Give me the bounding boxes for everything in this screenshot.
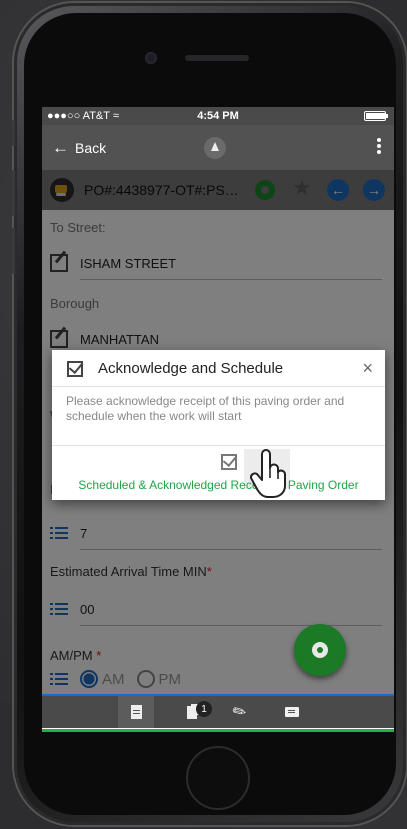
document-icon	[130, 705, 142, 719]
checkbox-icon	[67, 361, 83, 377]
gear-icon	[312, 642, 328, 658]
battery-level	[366, 113, 385, 119]
chat-icon	[285, 707, 299, 717]
tab-document[interactable]	[118, 696, 154, 728]
settings-fab-button[interactable]	[294, 624, 346, 676]
dialog-message: Please acknowledge receipt of this pavin…	[66, 394, 345, 423]
volume-up-button	[12, 170, 15, 216]
traffic-cone-icon[interactable]	[204, 137, 226, 159]
battery-icon	[364, 111, 388, 121]
checkbox-icon	[221, 454, 237, 470]
acknowledge-schedule-button[interactable]: Scheduled & Acknowledged Receipt of Pavi…	[52, 478, 385, 492]
acknowledge-dialog: Acknowledge and Schedule × Please acknow…	[52, 350, 385, 500]
dialog-title: Acknowledge and Schedule	[98, 360, 284, 377]
nav-bar: ← Back	[42, 125, 394, 170]
arrow-left-icon: ←	[52, 137, 69, 157]
earpiece-speaker	[185, 55, 249, 61]
tab-messages[interactable]	[274, 696, 310, 728]
kebab-menu-icon[interactable]	[376, 138, 382, 158]
back-label: Back	[75, 139, 107, 156]
count-badge: 1	[196, 701, 212, 717]
bottom-tab-bar: 1 ✎	[42, 694, 394, 732]
front-camera	[145, 52, 157, 64]
home-button[interactable]	[186, 746, 250, 810]
status-bar: ●●●○○ AT&T ≈ 4:54 PM	[42, 107, 394, 125]
paperclip-icon: ✎	[230, 701, 251, 724]
tab-attachments[interactable]: ✎	[222, 696, 258, 728]
tab-copies[interactable]: 1	[174, 696, 212, 728]
close-icon[interactable]: ×	[362, 358, 373, 379]
dialog-header: Acknowledge and Schedule ×	[52, 350, 385, 387]
back-button[interactable]: ← Back	[42, 138, 106, 158]
wifi-icon: ≈	[112, 110, 120, 122]
app-screen: ●●●○○ AT&T ≈ 4:54 PM ← Back PO#:4438977-…	[42, 107, 394, 732]
hand-pointer-icon	[249, 449, 286, 498]
dialog-footer: Scheduled & Acknowledged Receipt of Pavi…	[52, 445, 385, 500]
volume-down-button	[12, 228, 15, 274]
mute-switch	[12, 120, 15, 146]
carrier-label: ●●●○○ AT&T ≈	[47, 110, 120, 122]
